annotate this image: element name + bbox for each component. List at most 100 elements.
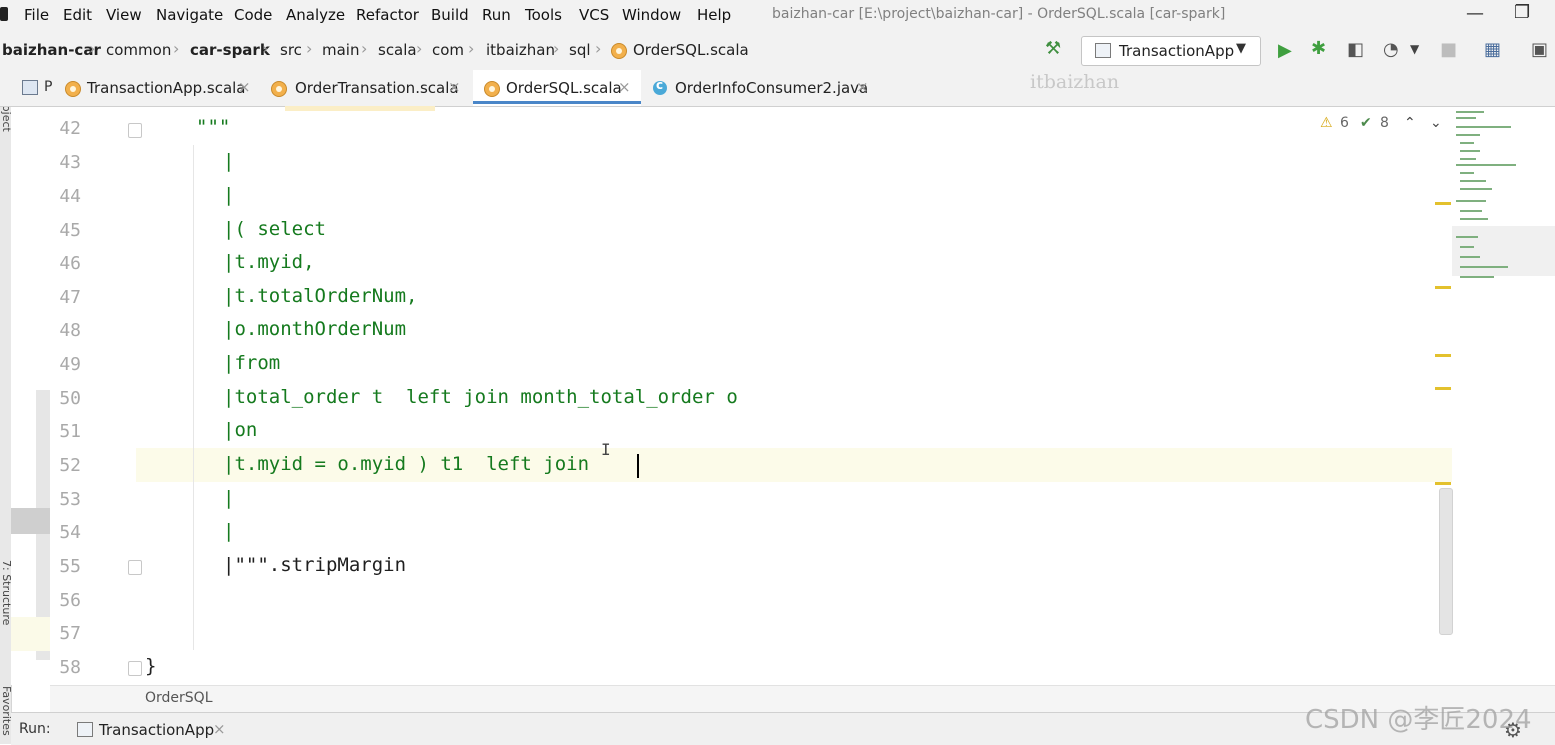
menu-refactor[interactable]: Refactor	[356, 6, 419, 24]
breadcrumb-itbaizhan[interactable]: itbaizhan	[486, 41, 555, 59]
project-panel-icon[interactable]	[22, 80, 38, 95]
coverage-icon[interactable]: ◧	[1347, 39, 1364, 60]
tab-transactionapp[interactable]: TransactionApp.scala ×	[56, 70, 260, 106]
breadcrumb-file[interactable]: OrderSQL.scala	[633, 41, 749, 59]
code-line-current[interactable]: |t.myid = o.myid ) t1 left join	[223, 453, 601, 475]
menu-run[interactable]: Run	[482, 6, 511, 24]
minimap-viewport[interactable]	[1452, 226, 1555, 276]
gutter-line-highlight	[11, 617, 50, 651]
indent-guide	[193, 145, 194, 650]
profile-icon[interactable]: ◔	[1383, 39, 1399, 60]
breadcrumb-module[interactable]: car-spark	[190, 41, 270, 59]
gutter-selection-marker	[11, 508, 50, 534]
chevron-right-icon: ›	[262, 39, 269, 58]
editor-breadcrumb-item[interactable]: OrderSQL	[145, 690, 213, 706]
vertical-scrollbar[interactable]	[1439, 488, 1453, 635]
warning-stripe-marker[interactable]	[1435, 387, 1451, 390]
close-icon[interactable]: ×	[856, 78, 869, 96]
chevron-right-icon: ›	[306, 39, 313, 58]
code-line[interactable]: }	[145, 655, 156, 677]
fold-marker-icon[interactable]	[128, 560, 142, 575]
breadcrumb-src[interactable]: src	[280, 41, 302, 59]
code-line[interactable]: """	[196, 116, 230, 138]
code-line[interactable]: |t.totalOrderNum,	[223, 285, 417, 307]
code-line[interactable]: |	[223, 487, 234, 509]
menu-navigate[interactable]: Navigate	[156, 6, 223, 24]
code-line[interactable]: |t.myid,	[223, 251, 315, 273]
minimap-line	[1460, 142, 1474, 144]
scala-object-icon	[611, 43, 627, 59]
minimap[interactable]	[1452, 107, 1555, 685]
tab-orderinfoconsumer2[interactable]: OrderInfoConsumer2.java ×	[643, 70, 873, 106]
application-icon	[1095, 43, 1111, 58]
menu-build[interactable]: Build	[431, 6, 469, 24]
close-icon[interactable]: ×	[618, 78, 631, 96]
project-panel-tab[interactable]: P	[44, 79, 52, 95]
warning-stripe-marker[interactable]	[1435, 482, 1451, 485]
code-line[interactable]: |from	[223, 352, 280, 374]
line-number: 52	[59, 455, 81, 476]
next-highlight-icon[interactable]: ⌄	[1430, 115, 1442, 131]
run-icon[interactable]: ▶	[1278, 40, 1292, 61]
code-line[interactable]: |on	[223, 419, 257, 441]
scala-object-icon	[484, 81, 500, 97]
warning-stripe-marker[interactable]	[1435, 202, 1451, 205]
code-line[interactable]: |o.monthOrderNum	[223, 318, 406, 340]
close-icon[interactable]: ×	[213, 720, 226, 738]
menu-file[interactable]: File	[24, 6, 49, 24]
chevron-right-icon: ›	[89, 39, 96, 58]
close-icon[interactable]: ×	[238, 78, 251, 96]
menu-code[interactable]: Code	[234, 6, 272, 24]
menu-analyze[interactable]: Analyze	[286, 6, 345, 24]
breadcrumb-com[interactable]: com	[432, 41, 464, 59]
menu-help[interactable]: Help	[697, 6, 731, 24]
hammer-icon[interactable]: ⚒	[1045, 38, 1061, 59]
code-line[interactable]: |total_order t left join month_total_ord…	[223, 386, 738, 408]
tab-highlight-marker	[285, 106, 435, 111]
breadcrumb-main[interactable]: main	[322, 41, 359, 59]
code-line[interactable]: |""".stripMargin	[223, 554, 406, 576]
dropdown-arrow-icon[interactable]: ▼	[1236, 41, 1246, 56]
minimap-line	[1460, 188, 1492, 190]
chevron-right-icon: ›	[595, 39, 602, 58]
warning-stripe-marker[interactable]	[1435, 286, 1451, 289]
menu-view[interactable]: View	[106, 6, 142, 24]
warning-icon: ⚠	[1320, 115, 1333, 131]
debug-icon[interactable]: ✱	[1311, 38, 1326, 59]
project-structure-icon[interactable]: ▦	[1484, 39, 1501, 60]
code-line[interactable]: |( select	[223, 218, 326, 240]
menu-tools[interactable]: Tools	[525, 6, 562, 24]
breadcrumb-sql[interactable]: sql	[569, 41, 591, 59]
intellij-logo-icon	[0, 7, 8, 21]
text-caret	[637, 454, 639, 478]
menu-window[interactable]: Window	[622, 6, 681, 24]
breadcrumb-project[interactable]: baizhan-car	[2, 41, 101, 59]
line-number: 49	[59, 354, 81, 375]
minimap-line	[1456, 236, 1478, 238]
line-number: 56	[59, 590, 81, 611]
restore-window-icon[interactable]: ❐	[1514, 2, 1530, 23]
breadcrumb-scala[interactable]: scala	[378, 41, 417, 59]
menu-vcs[interactable]: VCS	[579, 6, 609, 24]
menu-edit[interactable]: Edit	[63, 6, 92, 24]
warning-stripe-marker[interactable]	[1435, 354, 1451, 357]
fold-marker-icon[interactable]	[128, 123, 142, 138]
minimize-icon[interactable]: —	[1466, 3, 1484, 24]
run-tab-transactionapp[interactable]: TransactionApp	[99, 721, 214, 739]
weak-warning-count: 8	[1380, 115, 1389, 131]
stop-icon[interactable]: ■	[1440, 39, 1457, 60]
code-line[interactable]: |	[223, 184, 234, 206]
fold-marker-icon[interactable]	[128, 661, 142, 676]
profile-dropdown-icon[interactable]: ▼	[1410, 42, 1419, 56]
minimap-line	[1460, 246, 1474, 248]
breadcrumb-common[interactable]: common	[106, 41, 171, 59]
close-icon[interactable]: ×	[448, 78, 461, 96]
code-line[interactable]: |	[223, 150, 234, 172]
minimap-line	[1456, 117, 1476, 119]
minimap-line	[1456, 134, 1480, 136]
toggle-panel-icon[interactable]: ▣	[1531, 39, 1548, 60]
tab-ordertransation[interactable]: OrderTransation.scala ×	[262, 70, 472, 106]
previous-highlight-icon[interactable]: ⌃	[1404, 115, 1416, 131]
code-line[interactable]: |	[223, 520, 234, 542]
active-tab-indicator	[473, 101, 641, 104]
